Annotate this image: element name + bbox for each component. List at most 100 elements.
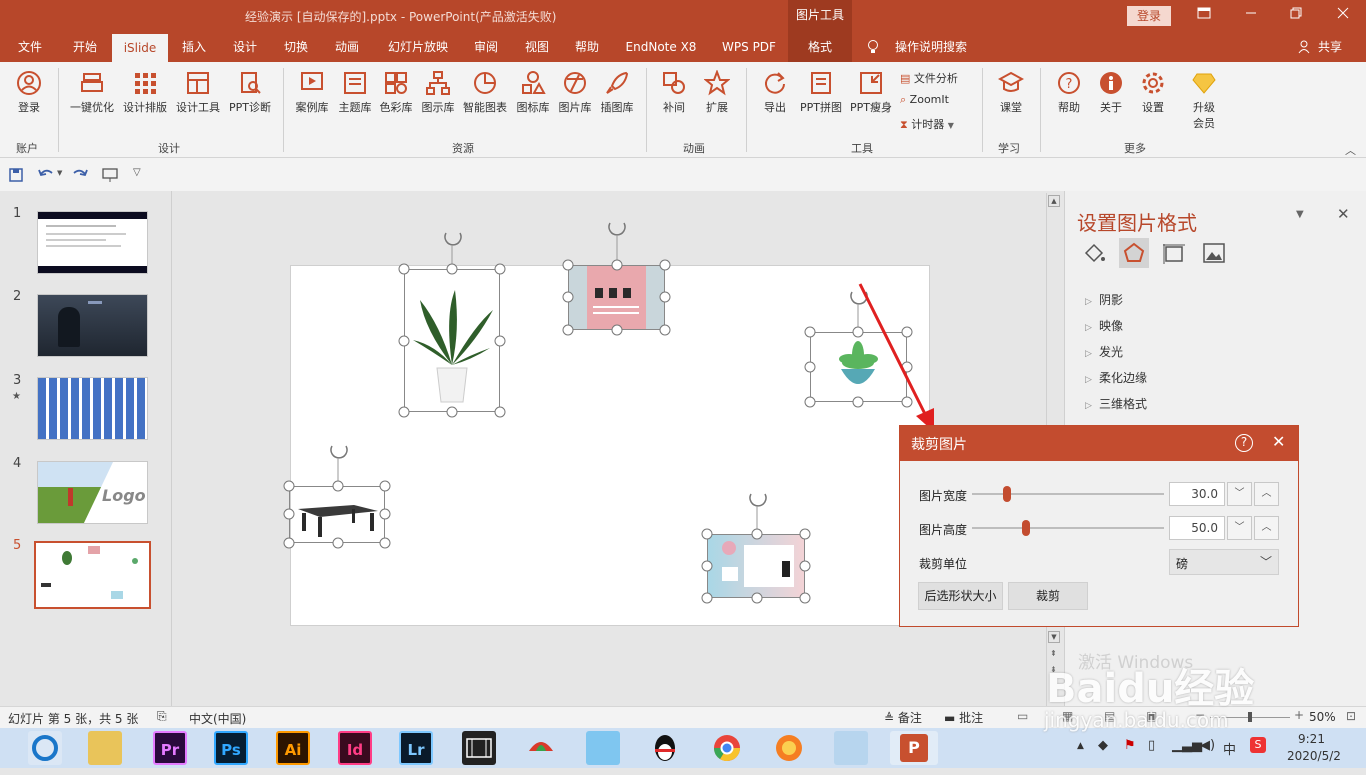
normal-view-icon[interactable]: ▭ [1017, 709, 1028, 723]
ribbon-display-options-icon[interactable] [1193, 5, 1215, 27]
qq-penguin-icon[interactable] [648, 731, 682, 765]
slide-thumbnail-5[interactable] [34, 541, 151, 609]
conference-table-picture[interactable] [289, 486, 385, 543]
tab-design[interactable]: 设计 [224, 32, 266, 62]
settings-button[interactable]: 设置 [1134, 70, 1172, 115]
sogou-ime-icon[interactable]: S [1250, 737, 1266, 753]
fit-to-shape-button[interactable]: 后选形状大小 [918, 582, 1003, 610]
scroll-down-icon[interactable]: ▼ [1048, 631, 1060, 643]
ime-indicator[interactable]: 中 [1223, 739, 1236, 758]
reading-view-icon[interactable]: ▤ [1104, 709, 1115, 723]
tell-me-search[interactable]: 操作说明搜索 [890, 32, 972, 62]
premiere-icon[interactable]: Pr [153, 731, 187, 765]
undo-icon[interactable] [37, 167, 55, 181]
crop-unit-select[interactable]: 磅 ﹀ [1169, 549, 1279, 575]
clock-date[interactable]: 2020/5/2 [1287, 749, 1341, 763]
upgrade-member-button[interactable]: 升级会员 [1182, 70, 1226, 131]
tab-home[interactable]: 开始 [62, 32, 108, 62]
zoom-level[interactable]: 50% [1309, 710, 1336, 724]
powerpoint-icon[interactable]: P [890, 731, 938, 765]
previous-slide-icon[interactable]: ⇞ [1050, 649, 1057, 658]
file-explorer-icon[interactable] [88, 731, 122, 765]
about-button[interactable]: 关于 [1092, 70, 1130, 115]
comments-button[interactable]: ▬ 批注 [944, 709, 983, 726]
tray-wifi-icon[interactable]: ▁▃▅ [1172, 738, 1202, 753]
one-click-optimize-button[interactable]: 一键优化 [66, 70, 118, 115]
plant-picture[interactable] [404, 269, 500, 412]
slideshow-view-icon[interactable]: ▣ [1146, 709, 1157, 723]
indesign-icon[interactable]: Id [338, 731, 372, 765]
tab-slideshow[interactable]: 幻灯片放映 [378, 32, 458, 62]
height-slider[interactable] [972, 520, 1164, 536]
pink-building-picture[interactable] [568, 265, 665, 330]
umbrella-app-icon[interactable] [524, 731, 558, 765]
tab-review[interactable]: 审阅 [465, 32, 507, 62]
next-slide-icon[interactable]: ⇟ [1050, 665, 1057, 674]
tray-network-icon[interactable]: ▯ [1148, 738, 1155, 753]
slide-sorter-icon[interactable]: ▦ [1062, 709, 1073, 723]
tab-endnote[interactable]: EndNote X8 [618, 32, 704, 62]
ppt-collage-button[interactable]: PPT拼图 [797, 70, 845, 115]
chrome-icon[interactable] [710, 731, 744, 765]
width-input[interactable]: 30.0 [1169, 482, 1225, 506]
zoomit-button[interactable]: ⌕ ZoomIt [900, 93, 949, 107]
width-increase-icon[interactable]: ︿ [1254, 482, 1279, 506]
picture-tab-icon[interactable] [1201, 240, 1227, 266]
zoom-in-icon[interactable]: + [1294, 708, 1304, 722]
tab-islide[interactable]: iSlide [112, 34, 168, 62]
height-decrease-icon[interactable]: ﹀ [1227, 516, 1252, 540]
save-icon[interactable] [9, 168, 23, 182]
height-input[interactable]: 50.0 [1169, 516, 1225, 540]
close-pane-icon[interactable]: ✕ [1337, 205, 1350, 223]
tray-security-icon[interactable]: ⚑ [1124, 738, 1136, 753]
clock-time[interactable]: 9:21 [1298, 732, 1325, 746]
file-analysis-button[interactable]: ▤ 文件分析 [900, 70, 958, 86]
undo-dropdown-icon[interactable]: ▼ [57, 169, 62, 177]
case-library-button[interactable]: 案例库 [292, 70, 332, 115]
ribbon-login-button[interactable]: 登录 [10, 70, 48, 115]
design-layout-button[interactable]: 设计排版 [120, 70, 170, 115]
collapse-ribbon-icon[interactable]: ︿ [1345, 142, 1356, 158]
dialog-close-icon[interactable]: ✕ [1272, 432, 1285, 451]
tab-view[interactable]: 视图 [516, 32, 558, 62]
tween-button[interactable]: 补间 [655, 70, 693, 115]
redo-icon[interactable] [71, 167, 89, 181]
icon-library-button[interactable]: 图标库 [513, 70, 553, 115]
export-button[interactable]: 导出 [756, 70, 794, 115]
width-slider[interactable] [972, 486, 1164, 502]
present-from-start-icon[interactable] [101, 167, 119, 183]
zoom-out-icon[interactable]: − [1195, 708, 1205, 722]
ppt-diagnose-button[interactable]: PPT诊断 [226, 70, 274, 115]
ie-browser-icon[interactable] [28, 731, 62, 765]
tab-animations[interactable]: 动画 [326, 32, 368, 62]
zoom-slider[interactable] [1210, 712, 1290, 722]
section-glow[interactable]: ▷ 发光 [1085, 343, 1123, 360]
fit-slide-icon[interactable]: ⊡ [1346, 709, 1356, 723]
width-slider-knob[interactable] [1003, 486, 1011, 502]
sign-in-button[interactable]: 登录 [1127, 6, 1171, 26]
height-slider-knob[interactable] [1022, 520, 1030, 536]
section-3d-format[interactable]: ▷ 三维格式 [1085, 395, 1147, 412]
diagram-library-button[interactable]: 图示库 [418, 70, 458, 115]
fill-line-tab-icon[interactable] [1081, 240, 1107, 266]
notes-app-icon[interactable] [834, 731, 868, 765]
tray-qq-icon[interactable]: ◆ [1098, 738, 1108, 753]
tab-help[interactable]: 帮助 [566, 32, 608, 62]
smart-chart-button[interactable]: 智能图表 [460, 70, 510, 115]
slide-thumbnail-3[interactable] [37, 377, 148, 440]
crop-button[interactable]: 裁剪 [1008, 582, 1088, 610]
size-properties-tab-icon[interactable] [1161, 240, 1187, 266]
slide-thumbnail-4[interactable]: Logo [37, 461, 148, 524]
image-library-button[interactable]: 图片库 [555, 70, 595, 115]
video-editor-icon[interactable] [462, 731, 496, 765]
share-button[interactable]: 共享 [1314, 32, 1346, 62]
extend-button[interactable]: 扩展 [697, 70, 737, 115]
section-soft-edges[interactable]: ▷ 柔化边缘 [1085, 369, 1147, 386]
design-tools-button[interactable]: 设计工具 [172, 70, 224, 115]
illustration-library-button[interactable]: 插图库 [597, 70, 637, 115]
classroom-button[interactable]: 课堂 [992, 70, 1030, 115]
pane-options-chevron-icon[interactable]: ▼ [1296, 209, 1304, 220]
effects-tab-icon[interactable] [1119, 238, 1149, 268]
tab-file[interactable]: 文件 [8, 32, 52, 62]
zoom-slider-knob[interactable] [1248, 712, 1252, 722]
